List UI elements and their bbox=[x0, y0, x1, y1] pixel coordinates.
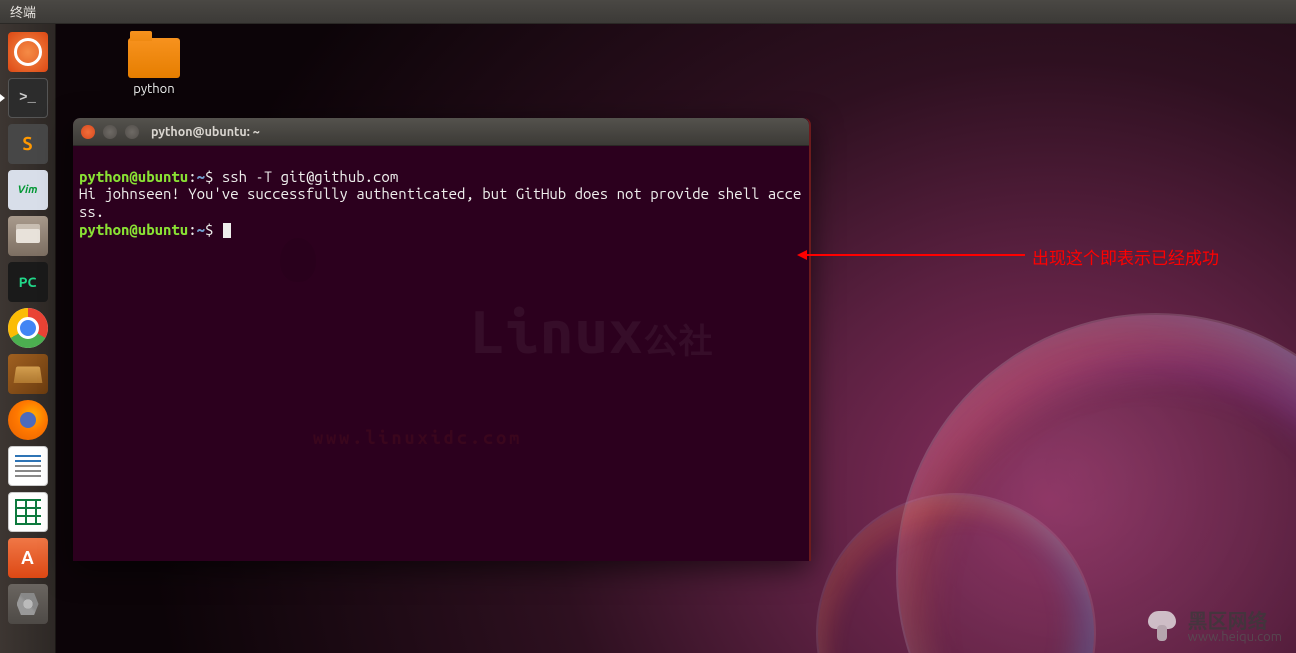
dock-item-chrome[interactable] bbox=[5, 306, 51, 350]
libreoffice-calc-icon bbox=[8, 492, 48, 532]
system-settings-icon bbox=[8, 584, 48, 624]
files-icon bbox=[8, 216, 48, 256]
dock-item-ubuntu-software[interactable] bbox=[5, 536, 51, 580]
dock-item-terminal[interactable] bbox=[5, 76, 51, 120]
annotation-text: 出现这个即表示已经成功 bbox=[1032, 244, 1219, 269]
site-watermark: 黑区网络 www.heiqu.com bbox=[1144, 609, 1282, 645]
terminal-title: python@ubuntu: ~ bbox=[151, 125, 260, 139]
prompt-path: ~ bbox=[197, 168, 205, 185]
dock-item-ubuntu-dash[interactable] bbox=[5, 30, 51, 74]
terminal-cursor bbox=[223, 223, 231, 238]
dock-item-book[interactable] bbox=[5, 352, 51, 396]
desktop-folder-python[interactable]: python bbox=[114, 38, 194, 96]
terminal-body[interactable]: python@ubuntu:~$ ssh -T git@github.com H… bbox=[73, 146, 809, 561]
dock-item-libreoffice-calc[interactable] bbox=[5, 490, 51, 534]
terminal-command: ssh -T git@github.com bbox=[222, 168, 398, 185]
folder-label: python bbox=[114, 82, 194, 96]
dock-item-vim[interactable] bbox=[5, 168, 51, 212]
prompt-path-2: ~ bbox=[197, 221, 205, 238]
watermark-tux-icon bbox=[273, 234, 323, 294]
window-maximize-button[interactable] bbox=[125, 125, 139, 139]
annotation-arrow bbox=[805, 254, 1025, 256]
prompt-symbol: $ bbox=[205, 168, 213, 185]
dock-item-files[interactable] bbox=[5, 214, 51, 258]
libreoffice-writer-icon bbox=[8, 446, 48, 486]
ubuntu-software-icon bbox=[8, 538, 48, 578]
prompt-sep-2: : bbox=[188, 221, 196, 238]
terminal-watermark: Linux公社 www.linuxidc.com bbox=[263, 226, 714, 561]
prompt-user-2: python@ubuntu bbox=[79, 221, 188, 238]
pycharm-icon bbox=[8, 262, 48, 302]
dock-item-sublime-text[interactable] bbox=[5, 122, 51, 166]
active-app-name: 终端 bbox=[10, 2, 36, 21]
dock-item-firefox[interactable] bbox=[5, 398, 51, 442]
window-minimize-button[interactable] bbox=[103, 125, 117, 139]
dock-item-pycharm[interactable] bbox=[5, 260, 51, 304]
prompt-symbol-2: $ bbox=[205, 221, 213, 238]
mushroom-icon bbox=[1144, 609, 1180, 645]
dock-item-system-settings[interactable] bbox=[5, 582, 51, 626]
window-close-button[interactable] bbox=[81, 125, 95, 139]
sublime-text-icon bbox=[8, 124, 48, 164]
book-icon bbox=[8, 354, 48, 394]
dock-item-libreoffice-writer[interactable] bbox=[5, 444, 51, 488]
vim-icon bbox=[8, 170, 48, 210]
chrome-icon bbox=[8, 308, 48, 348]
ubuntu-dash-icon bbox=[8, 32, 48, 72]
terminal-output: Hi johnseen! You've successfully authent… bbox=[79, 185, 801, 220]
prompt-user: python@ubuntu bbox=[79, 168, 188, 185]
terminal-window[interactable]: python@ubuntu: ~ python@ubuntu:~$ ssh -T… bbox=[73, 118, 811, 561]
launcher-dock bbox=[0, 24, 56, 653]
prompt-sep: : bbox=[188, 168, 196, 185]
site-name: 黑区网络 bbox=[1188, 611, 1282, 631]
folder-icon bbox=[128, 38, 180, 78]
terminal-titlebar[interactable]: python@ubuntu: ~ bbox=[73, 118, 809, 146]
terminal-icon bbox=[8, 78, 48, 118]
firefox-icon bbox=[8, 400, 48, 440]
site-url: www.heiqu.com bbox=[1188, 631, 1282, 644]
top-menubar: 终端 bbox=[0, 0, 1296, 24]
